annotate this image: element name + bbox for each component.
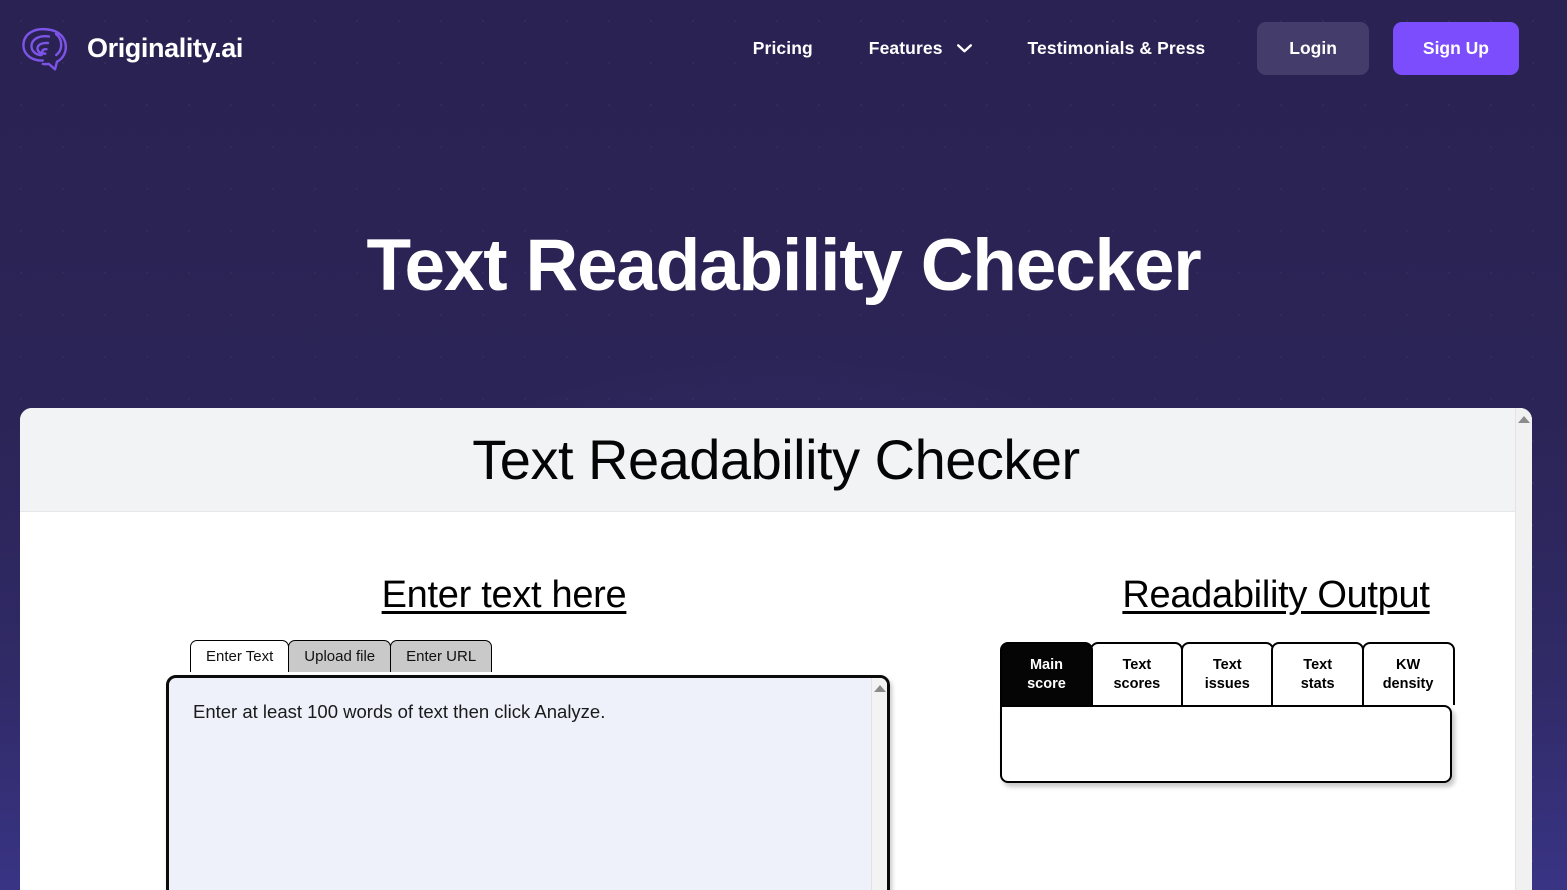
signup-button[interactable]: Sign Up — [1392, 22, 1519, 75]
app-body: Enter text here Enter Text Upload file E… — [20, 512, 1532, 890]
tab-enter-text[interactable]: Enter Text — [190, 640, 290, 672]
tab-text-stats-line1: Text — [1303, 657, 1333, 673]
output-block: Main score Text scores Text issues Text … — [1000, 642, 1455, 783]
textarea-scrollbar[interactable] — [871, 678, 887, 890]
chevron-down-icon — [956, 44, 972, 53]
hero-section: Text Readability Checker — [0, 97, 1567, 302]
tab-text-scores[interactable]: Text scores — [1090, 642, 1184, 705]
tab-text-scores-line1: Text — [1122, 657, 1152, 673]
scroll-up-arrow-icon[interactable] — [1518, 416, 1530, 423]
tab-enter-url[interactable]: Enter URL — [390, 640, 493, 672]
nav-links: Pricing Features Testimonials & Press — [753, 38, 1206, 59]
tab-upload-file[interactable]: Upload file — [288, 640, 392, 672]
brain-spiral-icon — [22, 27, 68, 70]
site-navbar: Originality.ai Pricing Features Testimon… — [0, 0, 1567, 97]
nav-actions: Login Sign Up — [1257, 22, 1519, 75]
tab-main-score[interactable]: Main score — [1000, 642, 1093, 705]
tab-text-stats-line2: stats — [1300, 676, 1335, 693]
app-vertical-scrollbar[interactable] — [1515, 408, 1532, 890]
readability-app-container: Text Readability Checker Enter text here… — [20, 408, 1532, 890]
input-column: Enter text here Enter Text Upload file E… — [20, 512, 1000, 890]
app-title: Text Readability Checker — [472, 427, 1080, 491]
nav-link-pricing-label: Pricing — [752, 38, 813, 58]
tab-text-issues-line2: issues — [1204, 676, 1250, 693]
nav-link-features-label: Features — [868, 38, 943, 58]
brand-name: Originality.ai — [87, 33, 243, 63]
tab-kw-density-line1: KW — [1395, 657, 1421, 673]
nav-link-pricing[interactable]: Pricing — [753, 38, 813, 59]
output-column: Readability Output Main score Text score… — [1000, 512, 1532, 890]
input-section-heading: Enter text here — [381, 574, 627, 616]
nav-link-testimonials-press[interactable]: Testimonials & Press — [1028, 38, 1206, 59]
text-input-area[interactable]: Enter at least 100 words of text then cl… — [166, 675, 890, 890]
tab-text-issues[interactable]: Text issues — [1180, 642, 1274, 705]
app-header: Text Readability Checker — [20, 408, 1532, 512]
tab-text-scores-line2: scores — [1113, 676, 1161, 693]
tab-kw-density[interactable]: KW density — [1361, 642, 1455, 705]
tab-main-score-line2: score — [1027, 676, 1066, 693]
nav-link-testimonials-press-label: Testimonials & Press — [1027, 38, 1206, 58]
nav-link-features[interactable]: Features — [869, 38, 972, 59]
input-tabs: Enter Text Upload file Enter URL — [190, 640, 1000, 672]
page-title: Text Readability Checker — [366, 225, 1201, 306]
brand-logo-link[interactable]: Originality.ai — [18, 23, 243, 75]
output-section-heading: Readability Output — [1122, 574, 1430, 616]
tab-kw-density-line2: density — [1382, 676, 1434, 693]
login-button[interactable]: Login — [1257, 22, 1369, 75]
output-result-panel — [1000, 704, 1452, 783]
output-tabs: Main score Text scores Text issues Text … — [1000, 642, 1455, 705]
text-input-placeholder[interactable]: Enter at least 100 words of text then cl… — [169, 678, 887, 890]
textarea-scroll-up-arrow-icon[interactable] — [873, 685, 886, 692]
tab-text-stats[interactable]: Text stats — [1271, 642, 1365, 705]
tab-text-issues-line1: Text — [1212, 657, 1242, 673]
tab-main-score-line1: Main — [1029, 657, 1063, 673]
